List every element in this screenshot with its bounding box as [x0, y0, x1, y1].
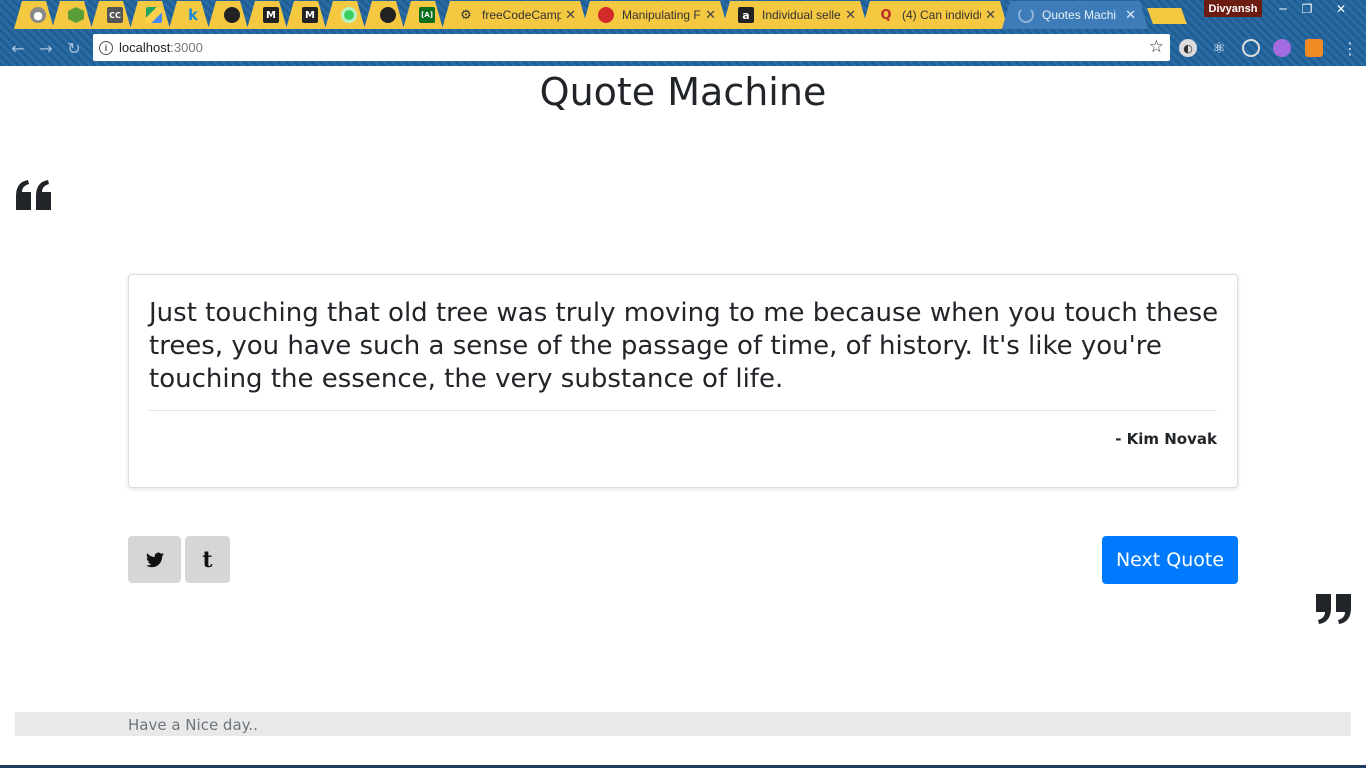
- quote-left-icon: [16, 180, 51, 210]
- medium-icon: M: [263, 7, 279, 23]
- close-window-icon[interactable]: ✕: [1326, 0, 1356, 17]
- close-icon[interactable]: ✕: [985, 8, 996, 23]
- tab-3[interactable]: CC: [91, 1, 131, 29]
- tab-freecodecamp[interactable]: ⚙ freeCodeCamp ✕: [442, 1, 588, 29]
- close-icon[interactable]: ✕: [705, 8, 716, 23]
- address-bar[interactable]: i localhost :3000 ☆: [93, 34, 1170, 61]
- footer-text: Have a Nice day..: [128, 716, 258, 734]
- tab-title: Manipulating F: [622, 8, 701, 22]
- codeblock-icon: [A]: [419, 7, 435, 23]
- loading-icon: [1018, 7, 1034, 23]
- browser-chrome: ● CC k M M [A] ⚙ freeCodeCamp ✕ Manipula…: [0, 0, 1366, 66]
- github-icon: [380, 7, 396, 23]
- tab-4[interactable]: [130, 1, 170, 29]
- tab-title: (4) Can individu: [902, 8, 982, 22]
- tab-6[interactable]: [208, 1, 248, 29]
- cc-icon: CC: [107, 7, 123, 23]
- extension-purple-icon[interactable]: [1273, 39, 1291, 57]
- tab-quora[interactable]: Q (4) Can individu ✕: [862, 1, 1008, 29]
- tab-amazon[interactable]: a Individual selle ✕: [722, 1, 868, 29]
- reload-icon[interactable]: ↻: [64, 38, 84, 58]
- url-host: localhost: [119, 40, 171, 55]
- divider: [149, 410, 1217, 411]
- twitter-icon: [145, 552, 164, 567]
- footer: Have a Nice day..: [15, 712, 1351, 736]
- profile-button[interactable]: Divyansh: [1204, 0, 1262, 17]
- extension-target-icon[interactable]: [1242, 39, 1260, 57]
- tumblr-icon: t: [202, 546, 213, 573]
- react-devtools-icon[interactable]: ⚛: [1210, 39, 1228, 57]
- redhat-icon: [598, 7, 614, 23]
- github-icon: [224, 7, 240, 23]
- medium-icon: M: [302, 7, 318, 23]
- page-title: Quote Machine: [539, 70, 827, 114]
- forward-icon[interactable]: →: [36, 38, 56, 58]
- tab-8[interactable]: M: [286, 1, 326, 29]
- tab-strip: ● CC k M M [A] ⚙ freeCodeCamp ✕ Manipula…: [0, 0, 1366, 30]
- tab-9[interactable]: [325, 1, 365, 29]
- drive-icon: [146, 7, 162, 23]
- generic-page-icon: ●: [30, 7, 46, 23]
- tab-7[interactable]: M: [247, 1, 287, 29]
- url-port: :3000: [170, 40, 203, 55]
- tab-1[interactable]: ●: [14, 1, 54, 29]
- circle-app-icon: [341, 7, 357, 23]
- toolbar: ← → ↻ i localhost :3000 ☆ ◐ ⚛ ⋮: [0, 30, 1366, 66]
- restore-icon[interactable]: ❐: [1294, 0, 1320, 17]
- close-icon[interactable]: ✕: [565, 8, 576, 23]
- bookmark-star-icon[interactable]: ☆: [1149, 37, 1164, 57]
- tab-2[interactable]: [52, 1, 92, 29]
- freecodecamp-icon: ⚙: [460, 7, 472, 23]
- close-icon[interactable]: ✕: [1125, 8, 1136, 23]
- back-icon[interactable]: ←: [8, 38, 28, 58]
- tab-5[interactable]: k: [169, 1, 209, 29]
- k-icon: k: [188, 6, 198, 24]
- minimize-icon[interactable]: ─: [1270, 0, 1296, 17]
- nodejs-icon: [68, 7, 84, 23]
- tumblr-button[interactable]: t: [185, 536, 230, 583]
- extension-fox-icon[interactable]: [1305, 39, 1323, 57]
- quote-author: - Kim Novak: [1115, 430, 1217, 448]
- tab-quotes-machine[interactable]: Quotes Machi ✕: [1002, 1, 1148, 29]
- close-icon[interactable]: ✕: [845, 8, 856, 23]
- tab-title: Individual selle: [762, 8, 841, 22]
- tab-title: Quotes Machi: [1042, 8, 1117, 22]
- tab-10[interactable]: [364, 1, 404, 29]
- tab-11[interactable]: [A]: [403, 1, 443, 29]
- menu-icon[interactable]: ⋮: [1340, 38, 1360, 58]
- extension-1-icon[interactable]: ◐: [1179, 39, 1197, 57]
- new-tab-button[interactable]: [1147, 8, 1187, 24]
- info-icon[interactable]: i: [99, 40, 113, 55]
- quora-icon: Q: [880, 7, 892, 23]
- quote-right-icon: [1316, 594, 1351, 624]
- tab-manipulating[interactable]: Manipulating F ✕: [582, 1, 728, 29]
- tweet-button[interactable]: [128, 536, 181, 583]
- tab-title: freeCodeCamp: [482, 8, 562, 22]
- next-quote-button[interactable]: Next Quote: [1102, 536, 1238, 584]
- quote-card: Just touching that old tree was truly mo…: [128, 274, 1238, 488]
- quote-text: Just touching that old tree was truly mo…: [149, 298, 1219, 394]
- amazon-icon: a: [738, 7, 754, 23]
